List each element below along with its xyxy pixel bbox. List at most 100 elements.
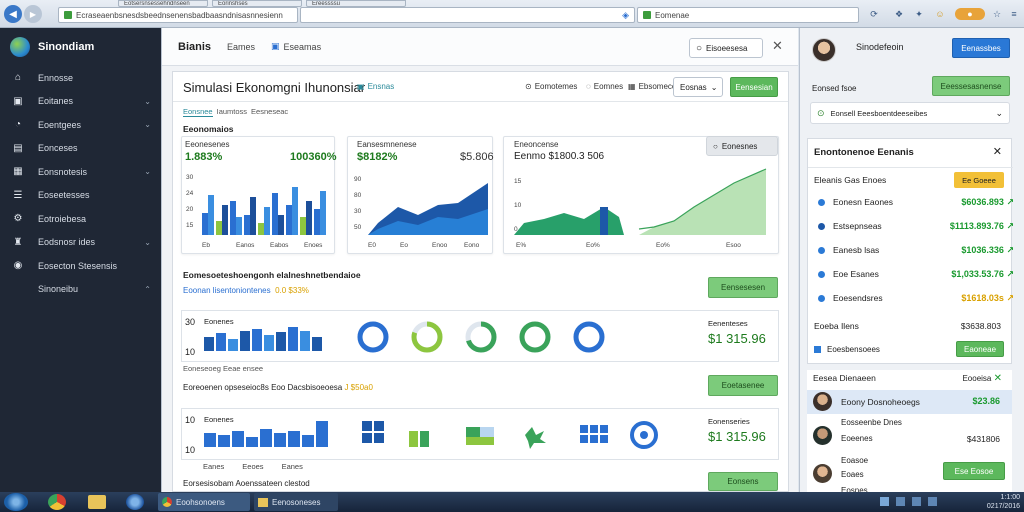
tag-button[interactable]: ▣ Ensnas [357,82,394,91]
subtab-3[interactable]: Eesneseac [251,107,288,117]
sidebar-item-clock[interactable]: ◔ Eoentgees ⌄ [0,113,161,137]
address-bar-2[interactable]: ◈ [300,7,635,23]
profile-action-button[interactable]: Eenassbes [952,38,1010,58]
smiley-icon[interactable]: ☺ [934,8,946,20]
bar [300,217,306,235]
network-icon[interactable] [880,497,889,506]
sidebar-item-home[interactable]: ⌂ Ennosse [0,66,161,90]
right-search-input[interactable]: ⊙ Eonsell Eeesboentdeeseibes ⌄ [810,102,1010,124]
list-item[interactable]: Eoe Esanes $1,033.53.76 ↗ [818,263,1014,285]
grid-tile [362,433,372,443]
people-action[interactable]: Eooeisa ✕ [962,373,1002,384]
image-icon: ▣ [271,41,280,51]
status-badge[interactable]: Ee Goeee [954,172,1004,188]
chevron-up-icon[interactable]: ⌃ [144,285,151,294]
section3-heading: Eoreoenen opseseioc8s Eoo Dacsbisoeoesa … [183,383,373,392]
sidebar-item-filter[interactable]: ⚙ Eotroiebesa [0,207,161,231]
person-row-highlight[interactable]: Eoony Dosnoheoegs $23.86 [807,390,1012,414]
area-chart-1: 90 80 30 50 E0 Eo Enoo Eono [354,176,488,249]
bookmark-icon[interactable]: ❖ [893,8,905,20]
select-dropdown[interactable]: Eosnas ⌄ [673,77,723,97]
chevron-down-icon[interactable]: ⌄ [144,97,151,106]
menu-icon[interactable]: ≡ [1008,8,1020,20]
pin-icon[interactable]: ✦ [913,8,925,20]
detail-row: Eoesbensoees [814,345,880,354]
volume-icon[interactable] [896,497,905,506]
star-icon[interactable]: ☆ [991,8,1003,20]
detail-button[interactable]: Eaoneae [956,341,1004,357]
chevron-down-icon[interactable]: ⌄ [144,167,151,176]
chart-card-2[interactable]: Eansesmnenese $8182% $5.806 90 80 30 50 E0 Eo… [347,136,494,254]
chart-card-1[interactable]: Eeonesenes 1.883% 100360% 30 24 20 15 Eb Eano… [181,136,337,254]
bar [236,217,242,235]
brand-name: Sinondiam [38,41,95,53]
grid-tile [590,435,598,443]
list-item-value: $1113.893.76 ↗ [950,221,1014,232]
chrome-icon[interactable] [48,494,66,510]
avatar[interactable] [812,38,836,62]
tab-2[interactable]: Eorinshses [212,0,302,7]
badge-icon[interactable]: ● [955,8,985,20]
chevron-down-icon[interactable]: ⌄ [144,238,151,247]
bar-chart-1: 30 24 20 15 Eb Eanos Eabos Enoes [186,174,326,249]
tab-3[interactable]: Ereessssu [306,0,406,7]
primary-action-button[interactable]: Eensesian [730,77,778,97]
person-value: $431806 [966,434,1000,444]
tab-eseamas[interactable]: ▣ Eseamas [271,41,321,52]
sidebar-item-doc[interactable]: ▤ Eonceses [0,137,161,161]
person-row[interactable]: Eosseenbe Dnes Eoeenes $431806 [807,416,1012,450]
flag-icon[interactable] [912,497,921,506]
person-name: Eoasoe [841,456,869,465]
taskbar-item-1[interactable]: Eoohsonoens [158,493,250,511]
battery-icon[interactable] [928,497,937,506]
search-button[interactable]: ○ Eisoeesesa [689,38,763,58]
start-button[interactable] [4,493,28,511]
sidebar-item-sub[interactable]: Sinoneibu ⌃ [0,278,161,302]
sidebar-item-monitor[interactable]: ▣ Eoitanes ⌄ [0,90,161,114]
back-icon[interactable]: ◀ [4,5,22,23]
clock[interactable]: 1:1:00 0217/2016 [976,493,1020,511]
list-item[interactable]: Eoesendsres $1618.03s ↗ [818,287,1014,309]
sidebar-item-grid[interactable]: ▦ Eonsnotesis ⌄ [0,160,161,184]
address-bar[interactable]: Ecraseaenbsnesdsbeednsenensbadbaasndnisa… [58,7,298,23]
bar [286,205,292,235]
list-item[interactable]: Estsepnseas $1113.893.76 ↗ [818,215,1014,237]
y-tick-label: 10 [514,202,522,209]
taskbar-item-2[interactable]: Eenosoneses [254,493,338,511]
doc-icon: ▤ [13,142,23,154]
close-icon[interactable]: ✕ [772,38,783,54]
sidebar-item-label: Eonceses [38,143,78,154]
section3-button[interactable]: Eoetasenee [708,375,778,396]
refresh-icon[interactable]: ⟳ [868,8,880,20]
secondary-action-button[interactable]: Eeessesasnense [932,76,1010,96]
sidebar-item-info[interactable]: ◉ Eosecton Stesensis [0,254,161,278]
media-icon[interactable] [126,494,144,510]
close-icon[interactable]: ✕ [993,145,1002,158]
sidebar-item-users[interactable]: ♜ Eodsnosr ides ⌄ [0,231,161,255]
forward-icon[interactable]: ▶ [24,5,42,23]
list-item[interactable]: Eonesn Eaones $6036.893 ↗ [818,191,1014,213]
folder-icon[interactable] [88,495,106,509]
y-tick-label: 50 [354,224,362,231]
brand[interactable]: Sinondiam [0,28,161,66]
x-tick-label: E% [516,242,526,249]
bottom-button[interactable]: Eonsens [708,472,778,491]
chart-card-3[interactable]: Eneoncense Eenmo $1800.3 506 ○ Eonesnes 1… [503,136,779,254]
section2-button[interactable]: Eensesesen [708,277,778,298]
person-action-button[interactable]: Ese Eosoe [943,462,1005,480]
list-item[interactable]: Eanesb lsas $1036.336 ↗ [818,239,1014,261]
avatar [813,464,832,483]
chevron-down-icon[interactable]: ⌄ [144,120,151,129]
tab-eames[interactable]: Eames [227,42,255,52]
sidebar-item-list[interactable]: ☰ Eoseetesses [0,184,161,208]
y-tick-label: 30 [354,208,362,215]
link-eomotemes[interactable]: ⊙ Eomotemes [525,82,577,91]
link-eomnes[interactable]: ◌ Eomnes [586,82,623,91]
subtab-1[interactable]: Eonsnee [183,107,213,117]
y-tick-label: 15 [514,178,522,185]
shield-icon[interactable]: ◈ [622,10,629,21]
search-bar[interactable]: Eomenae [637,7,859,23]
subtab-2[interactable]: Iaumtoss [217,107,247,117]
tab-1[interactable]: Eotsersnsessehndnseen [118,0,208,7]
person-row[interactable]: Eoasoe Eoaes Ese Eosoe [807,452,1012,486]
